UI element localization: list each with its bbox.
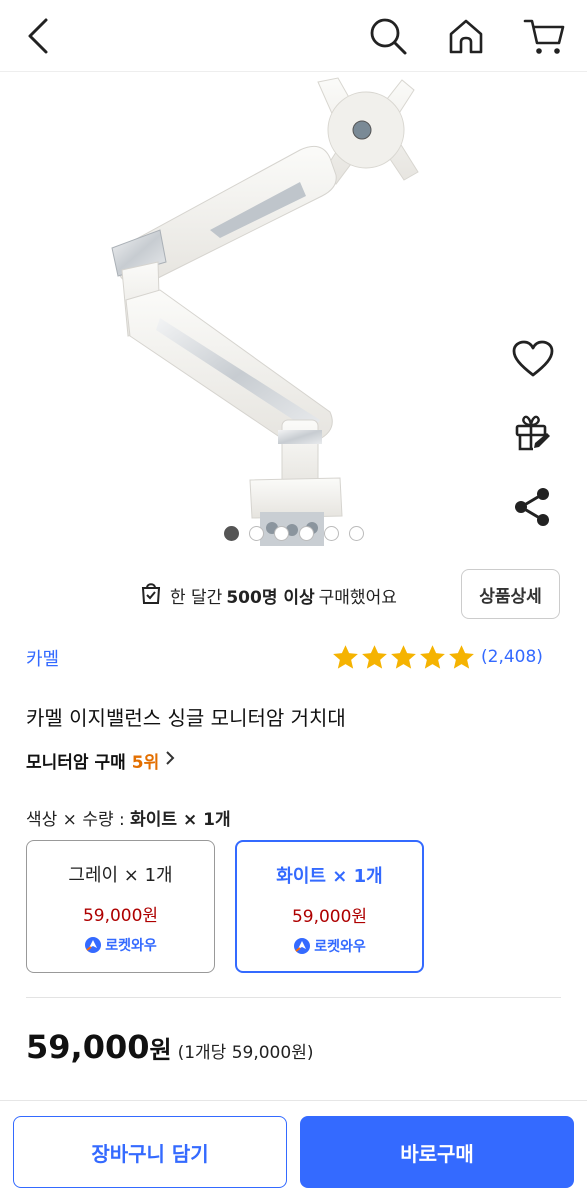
option-gray[interactable]: 그레이 × 1개 59,000원 로켓와우 (26, 840, 215, 973)
buy-now-button[interactable]: 바로구매 (300, 1116, 574, 1188)
star-icon (391, 645, 416, 669)
rank-label: 모니터암 구매 (26, 753, 126, 773)
option-price: 59,000원 (82, 906, 159, 926)
option-name: 화이트 × 1개 (276, 866, 383, 887)
product-title: 카멜 이지밸런스 싱글 모니터암 거치대 (26, 706, 346, 730)
buyers-suffix: 구매했어요 (318, 587, 397, 608)
rating[interactable]: (2,408) (332, 642, 543, 672)
total-price: 59,000 원 (1개당 59,000원) (26, 1028, 313, 1066)
rocket-badge-icon (294, 938, 311, 954)
review-count: (2,408) (481, 647, 543, 667)
option-white[interactable]: 화이트 × 1개 59,000원 로켓와우 (235, 840, 424, 973)
gallery-pagination (0, 526, 587, 542)
rocket-wow-badge: 로켓와우 (237, 936, 422, 956)
top-bar (0, 0, 587, 72)
total-amount: 59,000 (26, 1028, 150, 1066)
star-icon (449, 645, 474, 669)
rank-value: 5위 (131, 753, 160, 773)
option-name: 그레이 × 1개 (68, 865, 173, 886)
search-icon[interactable] (366, 14, 410, 58)
unit-price: (1개당 59,000원) (177, 1043, 314, 1063)
back-arrow-icon[interactable] (18, 14, 58, 58)
chevron-right-icon (165, 750, 175, 771)
buyers-count: 500명 이상 (226, 587, 315, 608)
gallery-dot[interactable] (223, 526, 239, 541)
gallery-dot[interactable] (248, 526, 264, 541)
total-currency: 원 (149, 1036, 172, 1064)
purchase-count-notice: 한 달간 500명 이상 구매했어요 (140, 580, 397, 610)
option-label-prefix: 색상 × 수량 : (26, 810, 125, 830)
gallery-dot[interactable] (348, 526, 364, 541)
product-image[interactable] (0, 72, 587, 550)
option-price: 59,000원 (291, 907, 368, 927)
rocket-wow-badge: 로켓와우 (27, 935, 214, 955)
heart-icon[interactable] (508, 334, 558, 384)
option-label-selected: 화이트 × 1개 (130, 810, 231, 830)
bottom-action-bar: 장바구니 담기 바로구매 (0, 1100, 587, 1200)
product-detail-button[interactable]: 상품상세 (461, 569, 560, 619)
star-icon (333, 645, 358, 669)
category-rank-link[interactable]: 모니터암 구매 5위 (26, 748, 175, 773)
gallery-dot[interactable] (323, 526, 339, 541)
buyers-prefix: 한 달간 (170, 587, 223, 608)
add-to-cart-button[interactable]: 장바구니 담기 (13, 1116, 287, 1188)
home-icon[interactable] (444, 14, 488, 58)
brand-link[interactable]: 카멜 (26, 645, 59, 671)
shopping-bag-check-icon (140, 581, 162, 610)
gallery-dot[interactable] (273, 526, 289, 541)
cart-icon[interactable] (522, 14, 568, 58)
share-icon[interactable] (508, 482, 558, 532)
rocket-badge-icon (85, 937, 102, 953)
star-icon (420, 645, 445, 669)
gallery-dot[interactable] (298, 526, 314, 541)
star-icon (362, 645, 387, 669)
option-label: 색상 × 수량 : 화이트 × 1개 (26, 805, 231, 830)
divider (26, 997, 561, 998)
gift-icon[interactable] (508, 408, 558, 458)
